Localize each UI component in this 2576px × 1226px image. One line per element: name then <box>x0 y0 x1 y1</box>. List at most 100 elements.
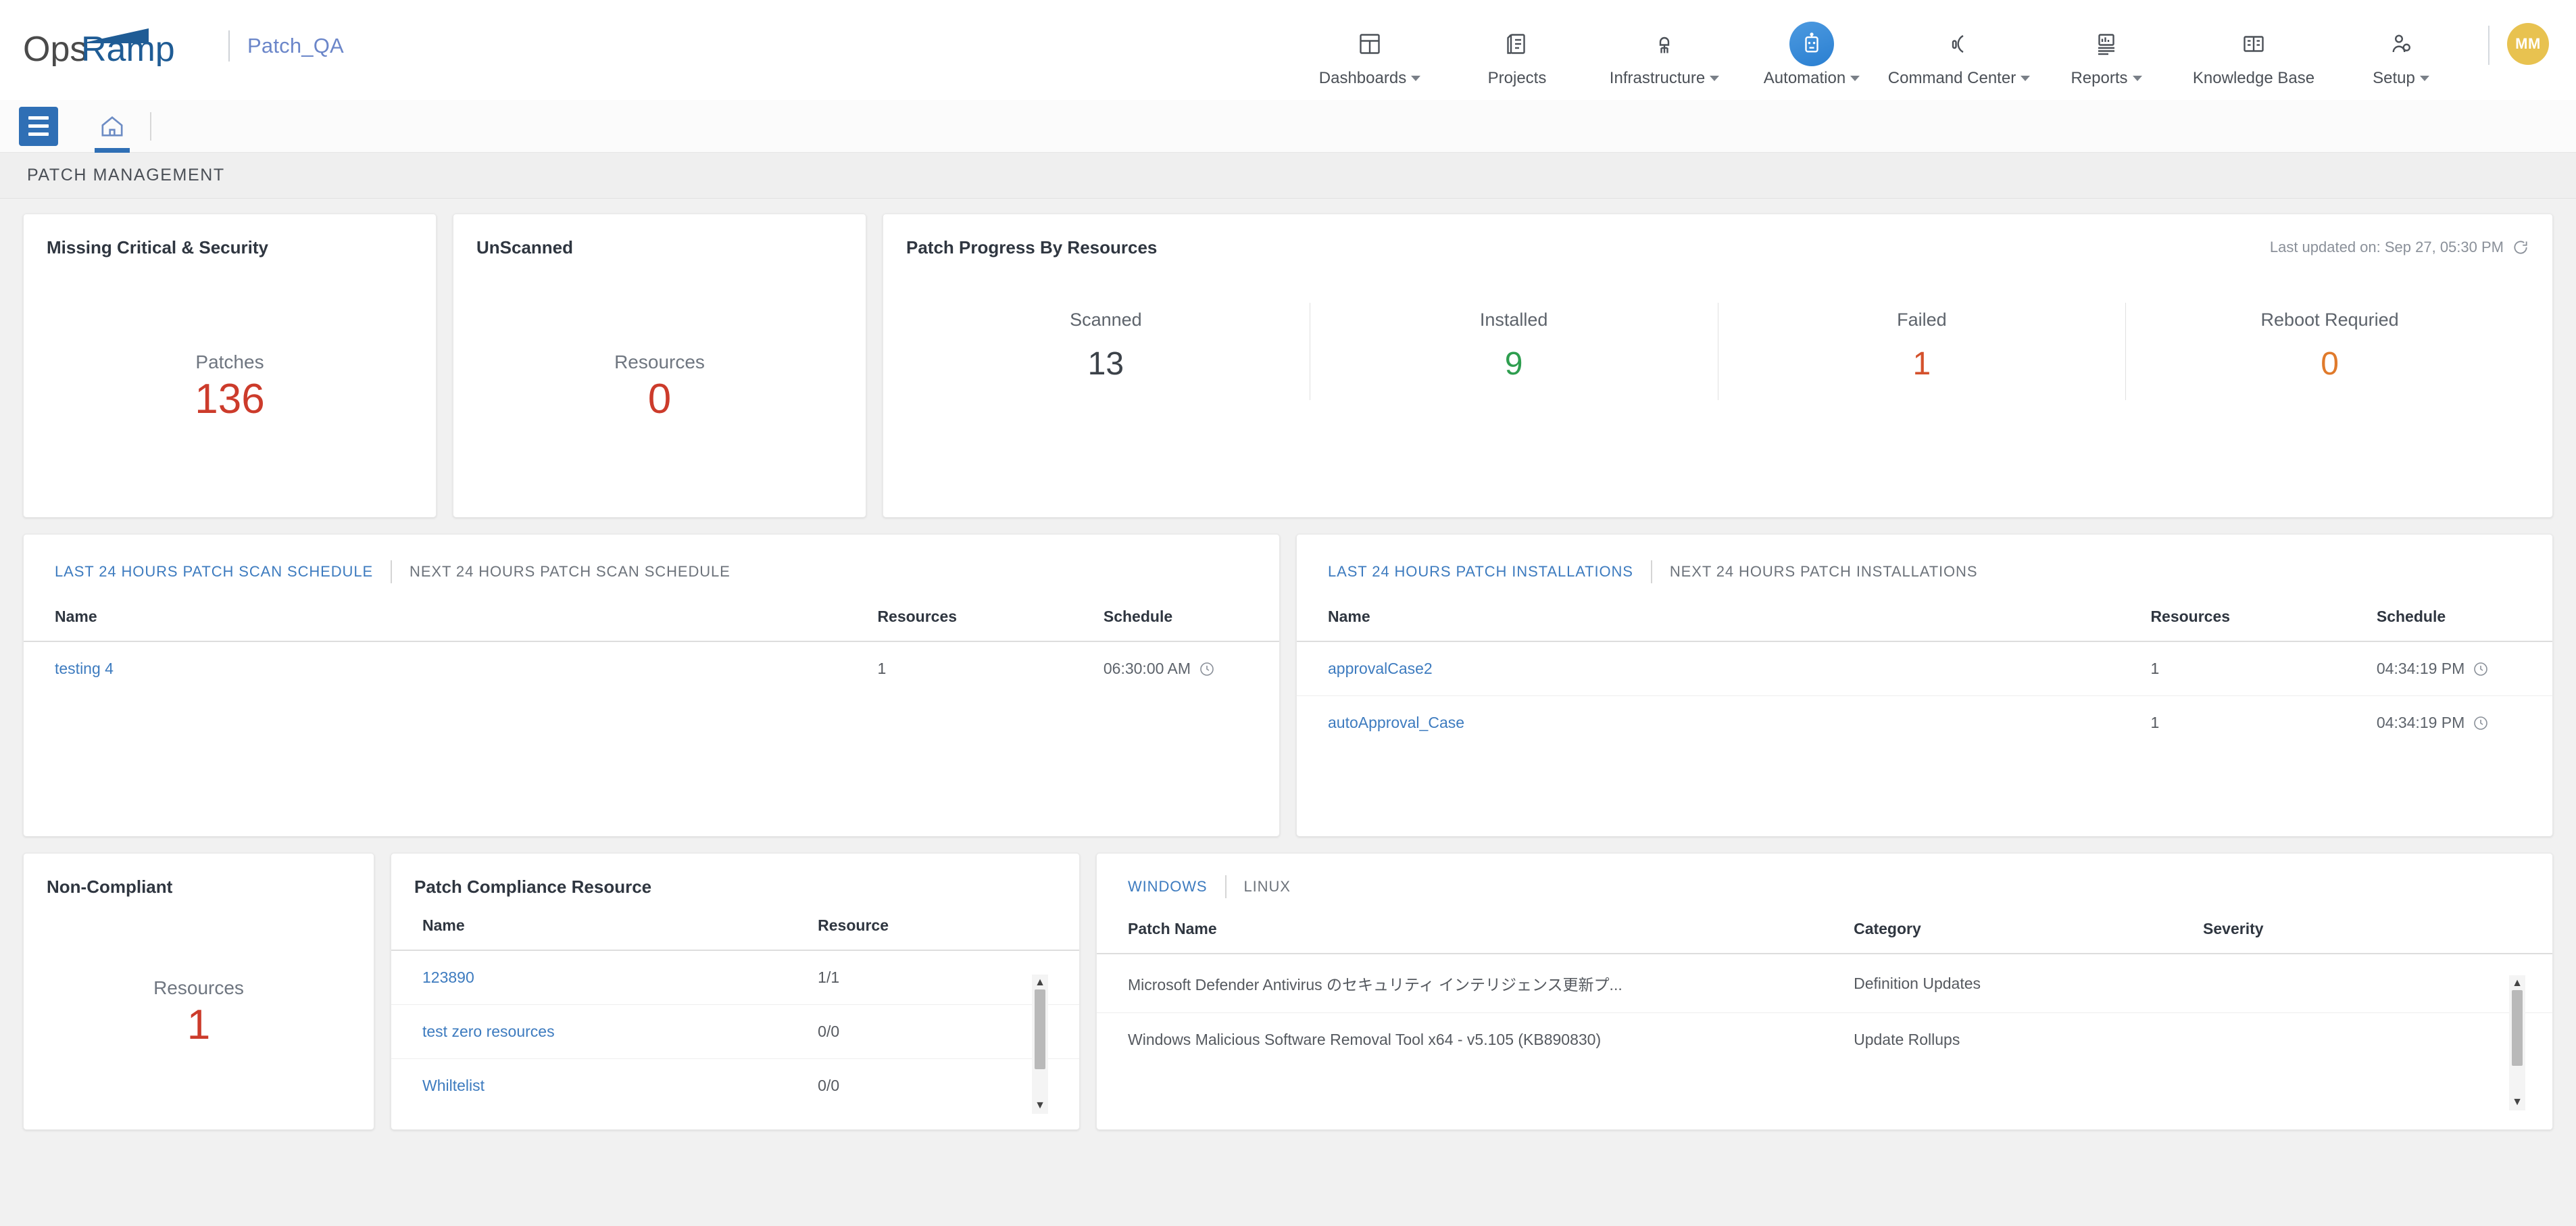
card-missing-critical-security: Missing Critical & Security Patches 136 <box>23 214 437 518</box>
headset-icon <box>1937 22 1981 66</box>
tab-linux[interactable]: LINUX <box>1244 878 1291 896</box>
kpi-value[interactable]: 136 <box>195 377 264 421</box>
col-header-schedule: Schedule <box>1103 601 1279 642</box>
compliance-scrollbar[interactable]: ▲ ▼ <box>1032 975 1048 1114</box>
tab-next-24-hours-patch-installations[interactable]: NEXT 24 HOURS PATCH INSTALLATIONS <box>1670 563 1978 581</box>
scan-schedule-tabs: LAST 24 HOURS PATCH SCAN SCHEDULE NEXT 2… <box>24 535 1279 583</box>
col-header-name: Name <box>391 910 818 951</box>
nav-item-reports[interactable]: Reports <box>2033 0 2180 100</box>
dashboard-content: Missing Critical & Security Patches 136 … <box>0 199 2576 1130</box>
nav-text: Knowledge Base <box>2192 69 2315 87</box>
progress-col-reboot-required[interactable]: Reboot Requried 0 <box>2126 303 2533 400</box>
nav-item-automation[interactable]: Automation <box>1738 0 1885 100</box>
scrollbar-thumb[interactable] <box>1035 989 1045 1069</box>
table-row: test zero resources 0/0 <box>391 1004 1079 1059</box>
installation-resources: 1 <box>2150 714 2160 731</box>
card-os-patches: WINDOWS LINUX Patch Name Category Severi… <box>1096 853 2553 1130</box>
compliance-row: Non-Compliant Resources 1 Patch Complian… <box>23 853 2553 1130</box>
compliance-name-link[interactable]: Whiltelist <box>422 1077 485 1094</box>
refresh-icon[interactable] <box>2512 239 2529 256</box>
kpi-value[interactable]: 0 <box>648 377 671 421</box>
table-row: Windows Malicious Software Removal Tool … <box>1097 1013 2552 1067</box>
subbar-divider <box>150 112 151 141</box>
kpi-label: Patches <box>195 351 264 373</box>
svg-text:Ramp: Ramp <box>81 30 175 66</box>
col-header-spacer <box>996 910 1079 951</box>
card-title: Patch Compliance Resource <box>414 877 652 897</box>
scroll-up-arrow[interactable]: ▲ <box>2512 975 2523 991</box>
compliance-name-link[interactable]: 123890 <box>422 968 474 986</box>
nav-item-setup[interactable]: Setup <box>2327 0 2475 100</box>
compliance-name-link[interactable]: test zero resources <box>422 1023 555 1040</box>
patch-name: Windows Malicious Software Removal Tool … <box>1128 1031 1602 1048</box>
tab-divider <box>1650 560 1652 583</box>
patch-severity <box>2203 954 2552 1013</box>
reports-icon <box>2084 22 2129 66</box>
patch-category: Update Rollups <box>1854 1031 1960 1048</box>
patch-severity <box>2203 1013 2552 1067</box>
tab-divider <box>1224 875 1227 898</box>
nav-item-infrastructure[interactable]: Infrastructure <box>1591 0 1738 100</box>
scroll-up-arrow[interactable]: ▲ <box>1035 975 1045 991</box>
progress-col-installed[interactable]: Installed 9 <box>1310 303 1718 400</box>
chevron-down-icon <box>1710 76 1720 81</box>
kpi-row: Missing Critical & Security Patches 136 … <box>23 214 2553 518</box>
tab-last-24-hours-patch-scan-schedule[interactable]: LAST 24 HOURS PATCH SCAN SCHEDULE <box>55 563 373 581</box>
col-header-severity: Severity <box>2203 913 2552 954</box>
avatar[interactable]: MM <box>2507 23 2549 65</box>
col-header-schedule: Schedule <box>2376 601 2552 642</box>
tab-last-24-hours-patch-installations[interactable]: LAST 24 HOURS PATCH INSTALLATIONS <box>1328 563 1633 581</box>
nav-item-knowledge-base[interactable]: Knowledge Base <box>2180 0 2327 100</box>
os-patch-scrollbar[interactable]: ▲ ▼ <box>2509 975 2525 1110</box>
os-patch-scroll-area: Patch Name Category Severity Microsoft D… <box>1097 913 2552 1110</box>
chevron-down-icon <box>2132 76 2142 81</box>
kpi-label: Resources <box>153 977 244 999</box>
nav-item-command-center[interactable]: Command Center <box>1885 0 2033 100</box>
hamburger-icon[interactable] <box>19 106 58 146</box>
kpi-label: Resources <box>614 351 705 373</box>
kpi-body: Patches 136 <box>24 235 436 538</box>
clock-icon <box>2474 662 2488 676</box>
installations-tabs: LAST 24 HOURS PATCH INSTALLATIONS NEXT 2… <box>1297 535 2552 583</box>
tab-next-24-hours-patch-scan-schedule[interactable]: NEXT 24 HOURS PATCH SCAN SCHEDULE <box>410 563 730 581</box>
compliance-table: Name Resource 123890 1/1 test zero resou… <box>391 910 1079 1112</box>
home-icon[interactable] <box>91 100 134 153</box>
table-header-row: Name Resources Schedule <box>1297 601 2552 642</box>
nav-item-projects[interactable]: Projects <box>1443 0 1591 100</box>
installation-name-link[interactable]: autoApproval_Case <box>1328 714 1464 731</box>
infrastructure-icon <box>1642 22 1687 66</box>
scan-schedule-time: 06:30:00 AM <box>1103 660 1191 677</box>
progress-col-failed[interactable]: Failed 1 <box>1718 303 2127 400</box>
installation-resources: 1 <box>2150 641 2377 696</box>
nav-label-knowledge-base: Knowledge Base <box>2193 69 2314 88</box>
card-patch-scan-schedule: LAST 24 HOURS PATCH SCAN SCHEDULE NEXT 2… <box>23 534 1280 837</box>
nav-label-automation: Automation <box>1764 69 1860 88</box>
tab-windows[interactable]: WINDOWS <box>1128 878 1208 896</box>
nav-label-projects: Projects <box>1488 69 1547 88</box>
progress-col-scanned[interactable]: Scanned 13 <box>902 303 1310 400</box>
scan-schedule-name-link[interactable]: testing 4 <box>55 660 114 677</box>
chevron-down-icon <box>1411 76 1421 81</box>
progress-label: Failed <box>1897 310 1947 330</box>
installation-time: 04:34:19 PM <box>2376 660 2465 677</box>
nav-item-dashboards[interactable]: Dashboards <box>1296 0 1443 100</box>
nav-label-dashboards: Dashboards <box>1319 69 1421 88</box>
installation-time-cell: 04:34:19 PM <box>2376 641 2552 696</box>
table-row: Microsoft Defender Antivirus のセキュリティ インテ… <box>1097 954 2552 1013</box>
nav-label-infrastructure: Infrastructure <box>1610 69 1720 88</box>
kpi-value[interactable]: 1 <box>187 1003 210 1047</box>
scrollbar-thumb[interactable] <box>2512 990 2523 1066</box>
col-header-category: Category <box>1854 913 2204 954</box>
card-non-compliant: Non-Compliant Resources 1 <box>23 853 374 1130</box>
scroll-down-arrow[interactable]: ▼ <box>2512 1094 2523 1110</box>
progress-label: Scanned <box>1070 310 1142 330</box>
brand-area[interactable]: Ops Ramp Patch_QA <box>23 26 344 66</box>
nav-label-setup: Setup <box>2373 69 2429 88</box>
nav-text: Projects <box>1487 69 1547 87</box>
book-icon <box>2231 22 2276 66</box>
scroll-down-arrow[interactable]: ▼ <box>1035 1098 1045 1114</box>
brand-divider <box>228 30 230 62</box>
installation-name-link[interactable]: approvalCase2 <box>1328 660 1433 677</box>
projects-icon <box>1495 22 1539 66</box>
col-header-patch-name: Patch Name <box>1097 913 1854 954</box>
